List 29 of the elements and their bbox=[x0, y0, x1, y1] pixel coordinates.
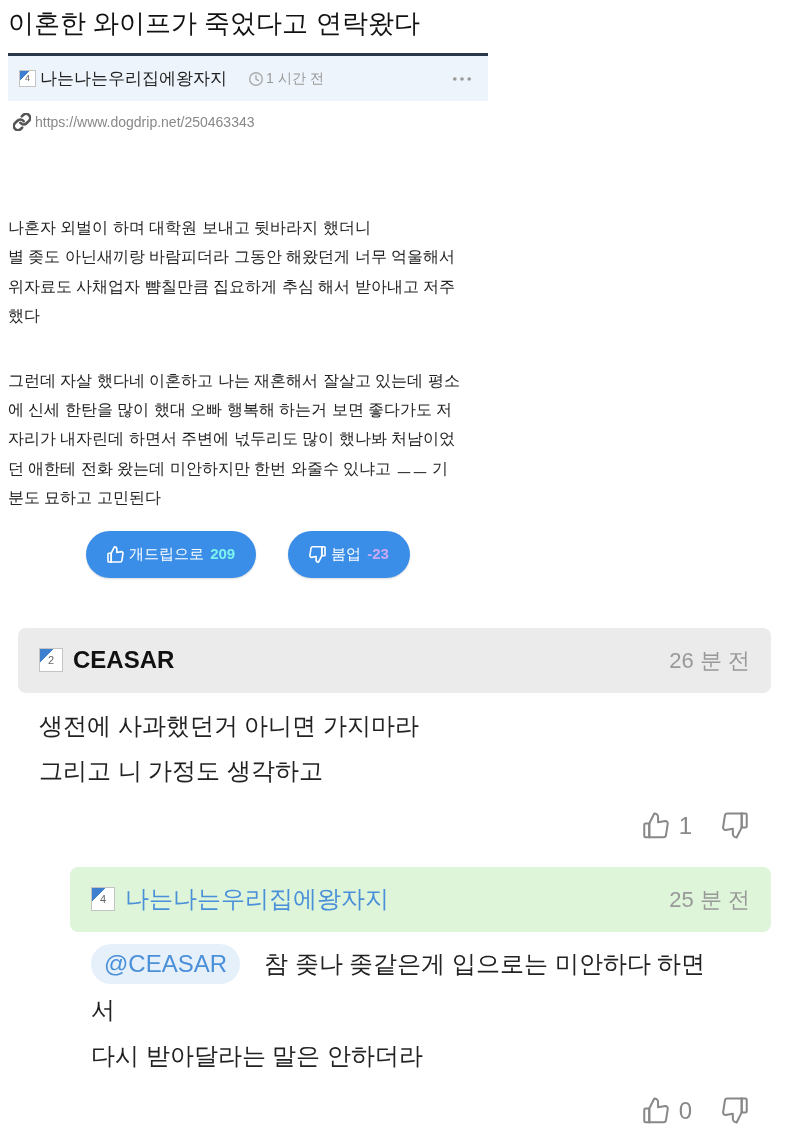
downvote-button[interactable]: 붐업 -23 bbox=[288, 530, 410, 578]
level-badge: 4 bbox=[91, 887, 115, 912]
link-icon bbox=[13, 113, 31, 131]
thumbs-down-icon[interactable] bbox=[722, 812, 748, 840]
thumbs-up-icon[interactable] bbox=[642, 812, 669, 840]
thumbs-up-icon[interactable] bbox=[642, 1097, 669, 1125]
thumbs-down-icon bbox=[309, 545, 327, 563]
post-url[interactable]: https://www.dogdrip.net/250463343 bbox=[35, 112, 255, 132]
post-time: 1 시간 전 bbox=[266, 69, 324, 88]
post-paragraph: 그런데 자살 했다네 이혼하고 나는 재혼해서 잘살고 있는데 평소 에 신세 한탄을 많이 했대 오빠 행복해 하는거 보면 좋다가도 저 자리가 내자린데 하면서 주변에 넋두리도 많이 했나봐 처남이었 던 애한테 전화 왔는데 미안하지만 한번 와줄수 있냐고 ㅡㅡ 기 분도 묘하고 고민된다 bbox=[8, 370, 461, 509]
author-name[interactable]: 나는나는우리집에왕자지 bbox=[40, 65, 227, 92]
mention-link[interactable]: @CEASAR bbox=[91, 943, 241, 984]
comment-time: 25 분 전 bbox=[669, 885, 750, 914]
more-icon[interactable] bbox=[453, 76, 471, 81]
post-paragraph: 나혼자 외벌이 하며 대학원 보내고 뒷바라지 했더니 별 좆도 아닌새끼랑 바람피더라 그동안 해왔던게 너무 억울해서 위자료도 사채업자 뺨칠만큼 집요하게 추심 해서 받아내고 저주 했다 bbox=[8, 218, 457, 327]
thumbs-down-icon[interactable] bbox=[722, 1097, 748, 1125]
level-badge: 2 bbox=[39, 648, 63, 673]
clock-icon bbox=[249, 71, 263, 86]
like-count: 0 bbox=[678, 1095, 692, 1126]
level-badge: 4 bbox=[19, 70, 36, 87]
upvote-button[interactable]: 개드립으로 209 bbox=[86, 530, 257, 578]
post-title: 이혼한 와이프가 죽었다고 연락왔다 bbox=[7, 7, 421, 40]
comment-time: 26 분 전 bbox=[669, 646, 750, 675]
thumbs-up-icon bbox=[107, 545, 125, 563]
comment-text: @CEASAR 참 좆나 좆같은게 입으로는 미안하다 하면 서 다시 받아달라는 말은 안하더라 bbox=[70, 940, 771, 1079]
like-count: 1 bbox=[678, 810, 692, 841]
comment-author[interactable]: CEASAR bbox=[73, 642, 175, 679]
comment-author[interactable]: 나는나는우리집에왕자지 bbox=[125, 881, 389, 918]
comment-text: 생전에 사과했던거 아니면 가지마라 그리고 니 가정도 생각하고 bbox=[38, 710, 420, 786]
